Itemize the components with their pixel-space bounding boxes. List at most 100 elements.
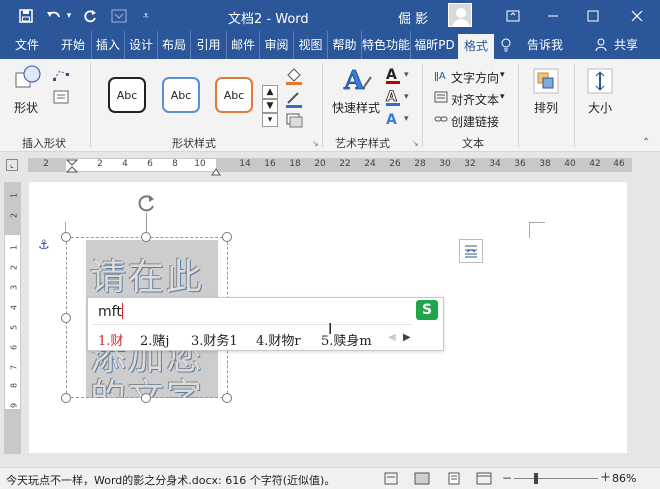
collapse-ribbon-icon[interactable]: ⌃	[642, 137, 650, 148]
tab-insert[interactable]: 插入	[91, 31, 124, 59]
shape-style-2[interactable]: Abc	[162, 77, 200, 113]
lightbulb-icon[interactable]	[498, 31, 514, 59]
ime-prev-page-icon[interactable]: ◀	[388, 332, 396, 343]
tab-help[interactable]: 帮助	[327, 31, 361, 59]
shape-style-1[interactable]: Abc	[108, 77, 146, 113]
size-button[interactable]: 大小	[588, 99, 612, 116]
align-text-icon[interactable]	[434, 91, 448, 106]
resize-handle-w[interactable]	[61, 313, 71, 323]
tab-home[interactable]: 开始	[56, 31, 90, 59]
web-layout-icon[interactable]	[476, 472, 492, 488]
ime-candidate-2[interactable]: 2.赌j	[140, 330, 169, 349]
rotate-handle-icon[interactable]	[136, 192, 158, 217]
ruler-number: 2	[43, 159, 49, 169]
vruler-number: 4	[9, 304, 19, 311]
undo-dropdown-icon[interactable]: ▾	[64, 0, 74, 31]
quick-styles-button[interactable]: 快速样式	[332, 99, 380, 116]
text-direction-dropdown-icon[interactable]: ▾	[500, 70, 505, 80]
styles-scroll-down-icon[interactable]: ▼	[262, 99, 278, 113]
minimize-icon[interactable]	[540, 0, 566, 31]
share-person-icon[interactable]	[594, 31, 608, 59]
text-fill-icon[interactable]: A ▾	[384, 65, 412, 88]
zoom-level[interactable]: 86%	[612, 472, 636, 485]
undo-icon[interactable]	[44, 0, 64, 31]
text-effects-icon[interactable]: A ▾	[384, 109, 412, 132]
align-text-dropdown-icon[interactable]: ▾	[500, 92, 505, 102]
layout-options-icon[interactable]	[459, 239, 483, 263]
wordart-launcher-icon[interactable]: ↘	[412, 139, 419, 148]
tab-mailings[interactable]: 邮件	[226, 31, 259, 59]
ime-candidate-4[interactable]: 4.财物r	[256, 330, 301, 349]
ime-candidate-window: mft S 1.财 2.赌j 3.财务1 4.财物r 5.赎身m ◀ ▶	[87, 297, 444, 351]
ime-candidate-3[interactable]: 3.财务1	[191, 330, 238, 349]
text-direction-button[interactable]: 文字方向	[451, 69, 499, 86]
tab-selector-icon[interactable]: ⌞	[6, 159, 18, 171]
quick-access-icon[interactable]	[108, 0, 130, 31]
share-button[interactable]: 共享	[610, 31, 642, 59]
text-direction-icon[interactable]: ǁA	[434, 69, 448, 84]
tab-foxit-pdf[interactable]: 福昕PD	[410, 31, 458, 59]
avatar[interactable]	[448, 3, 472, 27]
resize-handle-sw[interactable]	[61, 393, 71, 403]
user-name[interactable]: 倔 影	[398, 8, 428, 27]
zoom-slider[interactable]	[514, 478, 598, 479]
indent-marker-icon[interactable]	[65, 159, 79, 173]
resize-handle-ne[interactable]	[222, 232, 232, 242]
text-box-icon[interactable]	[52, 89, 72, 108]
tab-design[interactable]: 设计	[124, 31, 157, 59]
vertical-scrollbar[interactable]	[640, 182, 654, 454]
text-outline-icon[interactable]: A ▾	[384, 87, 412, 110]
zoom-slider-thumb[interactable]	[534, 473, 538, 484]
styles-more-icon[interactable]: ▾	[262, 113, 278, 127]
ruler-number: 10	[194, 159, 206, 169]
tab-references[interactable]: 引用	[190, 31, 226, 59]
arrange-button[interactable]: 排列	[534, 99, 558, 116]
ruler-number: 4	[122, 159, 128, 169]
close-icon[interactable]	[624, 0, 650, 31]
redo-icon[interactable]	[80, 0, 100, 31]
tell-me-box[interactable]: 告诉我	[522, 31, 568, 59]
resize-handle-nw[interactable]	[61, 232, 71, 242]
zoom-in-icon[interactable]: +	[600, 470, 611, 485]
edit-shape-icon[interactable]	[52, 67, 72, 86]
ime-candidate-1[interactable]: 1.财	[98, 330, 123, 349]
ime-next-page-icon[interactable]: ▶	[403, 332, 411, 343]
shape-styles-launcher-icon[interactable]: ↘	[312, 139, 319, 148]
tab-features[interactable]: 特色功能	[361, 31, 410, 59]
zoom-out-icon[interactable]: −	[502, 471, 512, 485]
customize-icon[interactable]: ⩡	[138, 0, 154, 31]
tab-view[interactable]: 视图	[293, 31, 327, 59]
shapes-button[interactable]: 形状	[14, 99, 38, 116]
vruler-number: 5	[9, 324, 19, 331]
vruler-number: 3	[9, 284, 19, 291]
arrange-icon[interactable]	[532, 67, 560, 98]
create-link-button[interactable]: 创建链接	[451, 113, 499, 130]
quick-styles-icon[interactable]: A	[340, 65, 374, 98]
resize-handle-n[interactable]	[141, 232, 151, 242]
ribbon-display-icon[interactable]	[500, 0, 526, 31]
resize-handle-se[interactable]	[222, 393, 232, 403]
tab-format[interactable]: 格式	[458, 34, 494, 59]
tab-file[interactable]: 文件	[10, 31, 44, 59]
align-text-button[interactable]: 对齐文本	[451, 91, 499, 108]
macro-icon[interactable]	[384, 472, 398, 488]
shape-effects-icon[interactable]	[284, 111, 306, 132]
size-icon[interactable]	[586, 67, 614, 98]
tab-layout[interactable]: 布局	[157, 31, 190, 59]
shapes-icon[interactable]	[14, 65, 44, 94]
right-indent-icon[interactable]	[211, 165, 221, 176]
maximize-icon[interactable]	[580, 0, 606, 31]
read-mode-icon[interactable]	[414, 472, 430, 488]
sogou-logo-icon[interactable]: S	[416, 300, 438, 320]
status-bar: 今天玩点不一样，Word的影之分身术.docx: 616 个字符(近似值)。 −…	[0, 467, 660, 489]
shape-outline-icon[interactable]	[284, 89, 306, 112]
print-layout-icon[interactable]	[446, 472, 462, 488]
create-link-icon[interactable]	[434, 113, 448, 128]
tab-review[interactable]: 审阅	[259, 31, 293, 59]
resize-handle-s[interactable]	[141, 393, 151, 403]
vruler-number: 2	[9, 264, 19, 271]
shape-fill-icon[interactable]	[284, 65, 306, 88]
save-icon[interactable]	[14, 0, 38, 31]
shape-style-3[interactable]: Abc	[215, 77, 253, 113]
styles-scroll-up-icon[interactable]: ▲	[262, 85, 278, 99]
